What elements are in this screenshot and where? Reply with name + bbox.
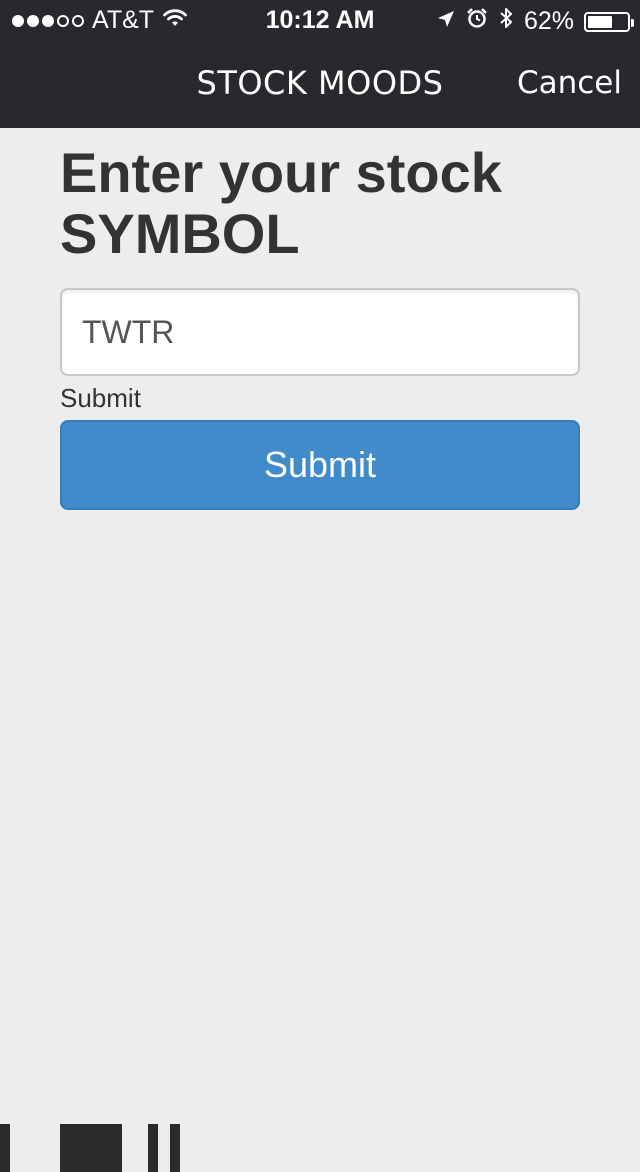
signal-dot — [27, 14, 39, 27]
submit-label: Submit — [60, 383, 141, 413]
signal-strength-icon — [12, 14, 84, 27]
battery-percent: 62% — [523, 7, 574, 35]
signal-dot — [42, 14, 54, 27]
bluetooth-icon — [498, 6, 514, 37]
status-left: AT&T — [12, 6, 188, 35]
status-bar: AT&T 10:12 AM 62% — [0, 0, 640, 40]
wifi-icon — [162, 6, 188, 35]
text-fragment — [60, 1124, 122, 1172]
partially-visible-text — [0, 1124, 220, 1172]
cancel-button[interactable]: Cancel — [517, 65, 622, 101]
battery-level-fill — [588, 15, 612, 28]
text-fragment — [148, 1124, 158, 1172]
stock-symbol-input[interactable] — [60, 288, 580, 376]
signal-dot — [12, 14, 24, 27]
battery-icon — [584, 11, 634, 32]
page-heading: Enter your stock SYMBOL — [60, 141, 502, 265]
submit-button[interactable]: Submit — [60, 420, 580, 510]
location-arrow-icon — [436, 7, 456, 36]
alarm-clock-icon — [466, 7, 488, 36]
signal-dot — [72, 14, 84, 27]
text-fragment — [170, 1124, 180, 1172]
text-fragment — [0, 1124, 10, 1172]
symbol-form: Enter your stock SYMBOL Submit Submit — [60, 128, 580, 510]
navigation-bar: STOCK MOODS Cancel — [0, 40, 640, 128]
top-bar: AT&T 10:12 AM 62% STOCK MOODS Cancel — [0, 0, 640, 128]
status-right: 62% — [436, 6, 634, 37]
carrier-name: AT&T — [92, 6, 155, 34]
signal-dot — [57, 14, 69, 27]
